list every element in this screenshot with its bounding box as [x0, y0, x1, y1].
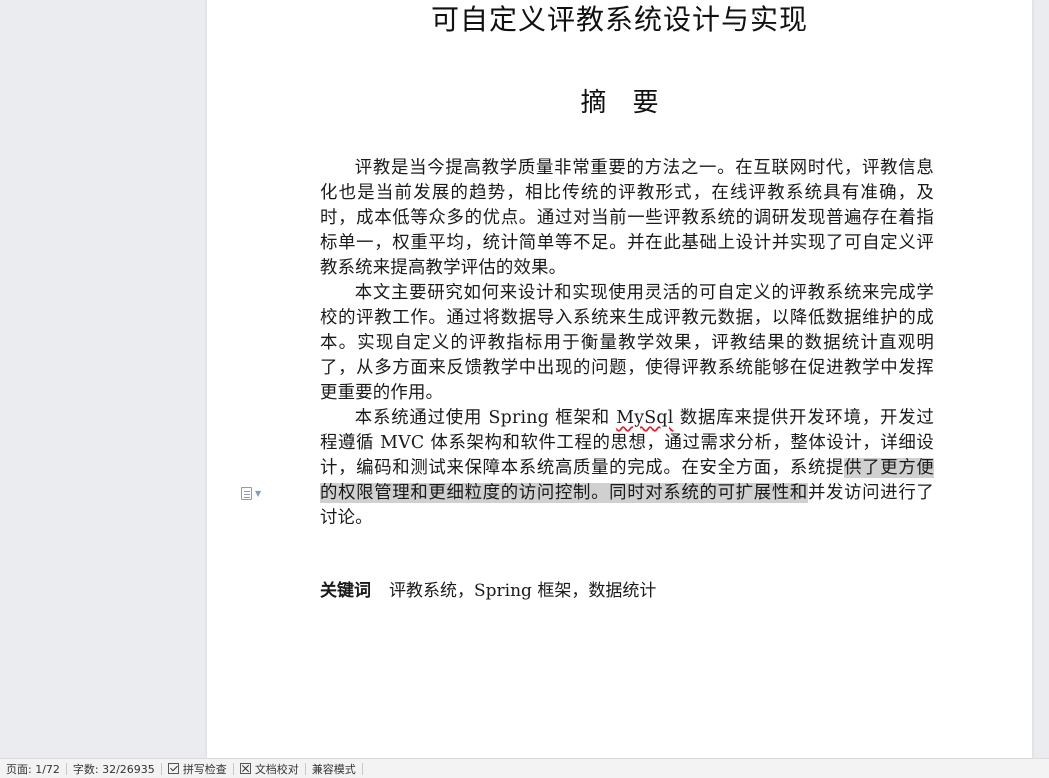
document-page[interactable]: 可自定义评教系统设计与实现 摘 要 评教是当今提高教学质量非常重要的方法之一。在…: [207, 0, 1032, 758]
chevron-down-icon: ▼: [255, 488, 262, 498]
word-count[interactable]: 字数: 32/26935: [67, 759, 161, 778]
abstract-paragraph-3[interactable]: 本系统通过使用 Spring 框架和 MySql 数据库来提供开发环境，开发过程…: [320, 406, 934, 531]
doc-proofread-label: 文档校对: [254, 762, 299, 776]
status-bar: 页面: 1/72 字数: 32/26935 拼写检查 文档校对 兼容模式: [0, 758, 1049, 778]
checkbox-checked-icon: [167, 763, 179, 774]
page-indicator[interactable]: 页面: 1/72: [0, 759, 66, 778]
compat-mode-indicator[interactable]: 兼容模式: [306, 759, 362, 778]
doc-proofread-toggle[interactable]: 文档校对: [234, 759, 305, 778]
document-title: 可自定义评教系统设计与实现: [430, 3, 808, 36]
keywords-line: 关键词 评教系统，Spring 框架，数据统计: [320, 576, 920, 601]
document-workspace: 可自定义评教系统设计与实现 摘 要 评教是当今提高教学质量非常重要的方法之一。在…: [0, 0, 1049, 758]
abstract-paragraph-2[interactable]: 本文主要研究如何来设计和实现使用灵活的可自定义的评教系统来完成学校的评教工作。通…: [320, 281, 934, 406]
checkbox-cross-icon: [239, 763, 251, 774]
spell-check-label: 拼写检查: [182, 762, 227, 776]
status-divider: [361, 762, 363, 775]
spell-error-word[interactable]: MySql: [616, 408, 673, 428]
keywords-label: 关键词: [320, 581, 371, 601]
spell-check-toggle[interactable]: 拼写检查: [162, 759, 233, 778]
abstract-heading: 摘 要: [580, 88, 659, 118]
document-icon: [241, 486, 252, 500]
abstract-body[interactable]: 评教是当今提高教学质量非常重要的方法之一。在互联网时代，评教信息化也是当前发展的…: [320, 156, 934, 531]
paragraph-3-text-a: 本系统通过使用 Spring 框架和: [354, 408, 617, 428]
abstract-paragraph-1[interactable]: 评教是当今提高教学质量非常重要的方法之一。在互联网时代，评教信息化也是当前发展的…: [320, 156, 934, 281]
keywords-value: 评教系统，Spring 框架，数据统计: [389, 581, 657, 601]
paragraph-menu-button[interactable]: ▼: [241, 485, 269, 501]
